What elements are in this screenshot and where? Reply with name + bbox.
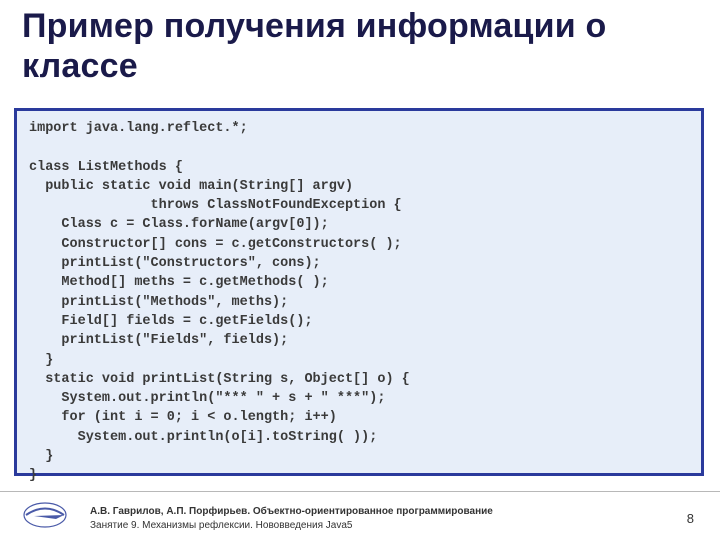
footer-lesson-line: Занятие 9. Механизмы рефлексии. Нововвед… (90, 519, 493, 533)
page-number: 8 (687, 511, 694, 526)
slide: Пример получения информации о классе imp… (0, 0, 720, 540)
code-listing: import java.lang.reflect.*; class ListMe… (29, 119, 689, 486)
logo-icon (22, 500, 68, 530)
code-example-box: import java.lang.reflect.*; class ListMe… (14, 108, 704, 476)
footer-author-line: А.В. Гаврилов, А.П. Порфирьев. Объектно-… (90, 505, 493, 519)
slide-footer: А.В. Гаврилов, А.П. Порфирьев. Объектно-… (0, 491, 720, 540)
footer-text: А.В. Гаврилов, А.П. Порфирьев. Объектно-… (90, 505, 493, 532)
slide-title: Пример получения информации о классе (22, 6, 682, 86)
